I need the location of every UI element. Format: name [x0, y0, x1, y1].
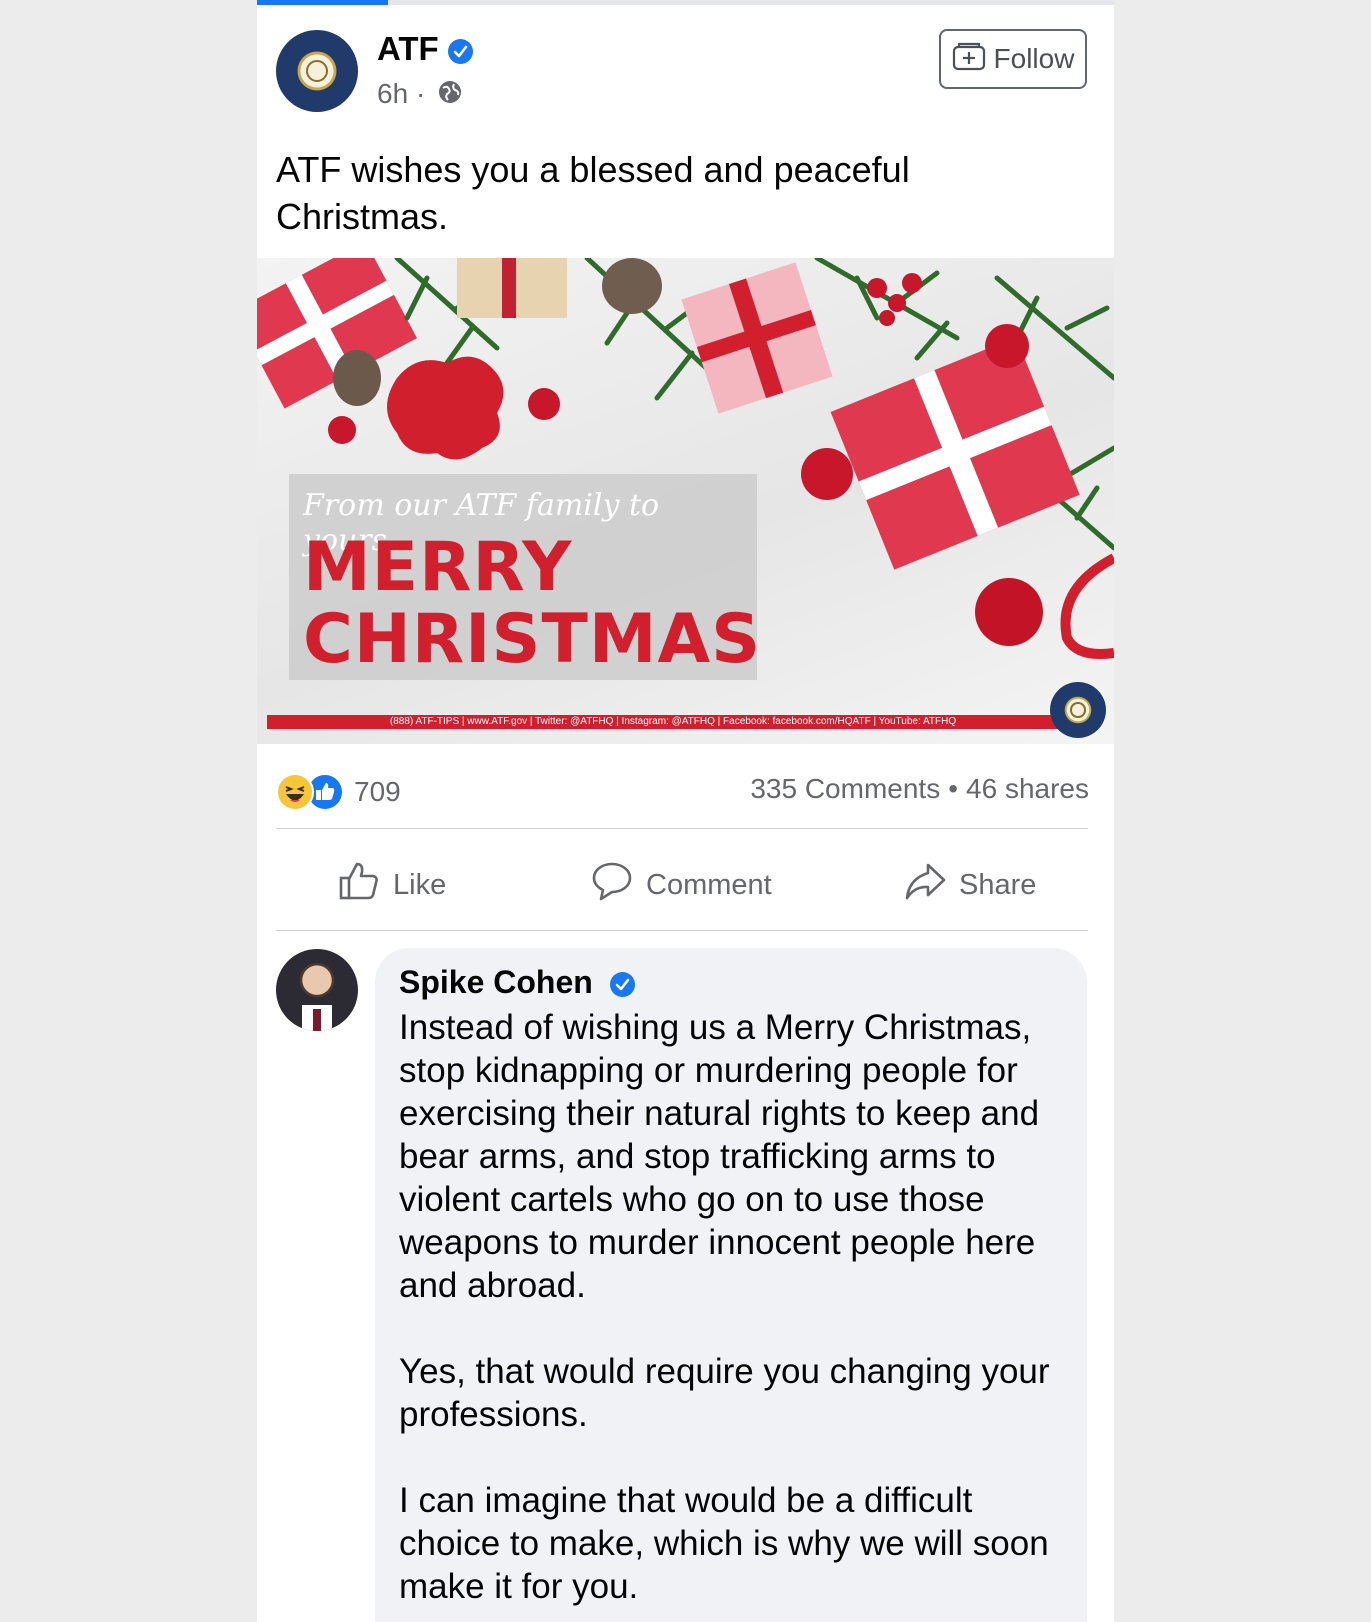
- actions-divider: [276, 930, 1088, 931]
- post-card: ATF 6h · Follow ATF wishes you a blessed…: [257, 0, 1114, 1622]
- post-time[interactable]: 6h: [377, 78, 408, 109]
- follow-label: Follow: [993, 43, 1075, 74]
- like-label: Like: [393, 868, 447, 901]
- shares-count[interactable]: 46 shares: [966, 773, 1089, 804]
- haha-reaction-icon: [276, 773, 314, 811]
- comment-button[interactable]: Comment: [590, 860, 772, 910]
- verified-badge-icon: [447, 38, 473, 64]
- stats-separator: •: [948, 773, 959, 804]
- follow-icon: [952, 41, 986, 78]
- commenter-avatar[interactable]: [276, 949, 358, 1031]
- post-author[interactable]: ATF: [377, 30, 473, 68]
- share-label: Share: [959, 868, 1037, 901]
- comment-paragraph: Instead of wishing us a Merry Christmas,…: [399, 1008, 1040, 1305]
- comment-paragraph: Yes, that would require you changing you…: [399, 1352, 1050, 1434]
- post-image[interactable]: From our ATF family to yours, MERRY CHRI…: [257, 258, 1114, 744]
- comments-count[interactable]: 335 Comments: [750, 773, 940, 804]
- atf-avatar[interactable]: [276, 30, 358, 112]
- active-tab-indicator: [257, 0, 388, 5]
- verified-badge-icon: [609, 972, 635, 998]
- top-tab-indicator: [257, 0, 1114, 5]
- greeting-box: From our ATF family to yours, MERRY CHRI…: [289, 474, 760, 680]
- meta-separator: ·: [415, 78, 426, 109]
- share-icon: [903, 859, 947, 911]
- commenter-name[interactable]: Spike Cohen: [399, 964, 593, 1000]
- reaction-count[interactable]: 709: [354, 776, 401, 808]
- follow-button[interactable]: Follow: [939, 29, 1087, 89]
- comment-bubble: Spike Cohen Instead of wishing us a Merr…: [375, 948, 1087, 1622]
- globe-icon: [437, 79, 463, 112]
- avatar-tie: [313, 1009, 321, 1031]
- commenter-name-row: Spike Cohen: [399, 964, 635, 1001]
- engagement-stats: 335 Comments • 46 shares: [750, 773, 1089, 805]
- post-text: ATF wishes you a blessed and peaceful Ch…: [276, 149, 910, 237]
- stats-divider: [276, 828, 1088, 829]
- contact-banner: (888) ATF-TIPS | www.ATF.gov | Twitter: …: [267, 715, 1079, 729]
- comment-icon: [590, 859, 634, 911]
- like-icon: [337, 859, 381, 911]
- greeting-line-christmas: CHRISTMAS: [303, 600, 762, 679]
- share-button[interactable]: Share: [903, 860, 1036, 910]
- post-author-name[interactable]: ATF: [377, 30, 439, 67]
- greeting-line-merry: MERRY: [303, 528, 573, 607]
- post-meta: 6h ·: [377, 78, 463, 112]
- like-button[interactable]: Like: [337, 860, 446, 910]
- greeting-headline: MERRY CHRISTMAS: [303, 532, 761, 676]
- comment-paragraph: I can imagine that would be a difficult …: [399, 1481, 1049, 1606]
- reactions-summary[interactable]: 709: [276, 772, 401, 812]
- comment-label: Comment: [646, 868, 772, 901]
- atf-seal-logo: [1050, 682, 1106, 738]
- comment-text: Instead of wishing us a Merry Christmas,…: [399, 1006, 1069, 1622]
